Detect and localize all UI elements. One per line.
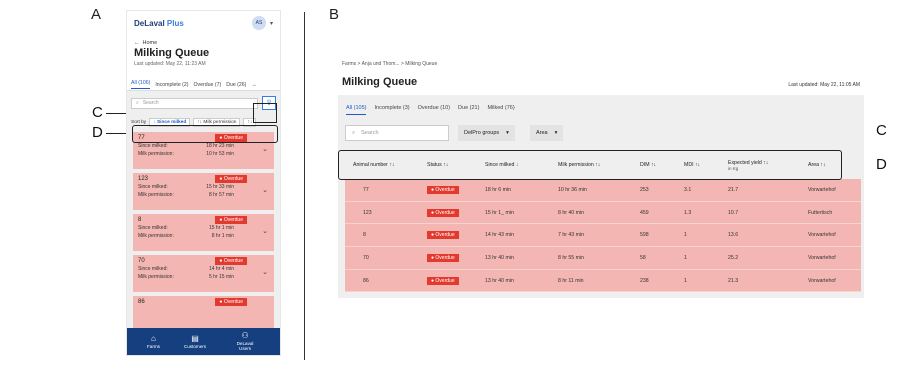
app-logo: DeLaval Plus	[134, 18, 184, 28]
mobile-header: DeLaval Plus AS ▾	[127, 11, 280, 35]
table-row[interactable]: 86 ● Overdue 13 hr 40 min 8 hr 11 min 23…	[345, 269, 861, 293]
chevron-down-icon[interactable]: ▾	[270, 20, 273, 27]
status-badge: ● Overdue	[215, 216, 247, 224]
table-row[interactable]: 70 ● Overdue 13 hr 40 min 8 hr 55 min 58…	[345, 247, 861, 270]
queue-card[interactable]: 70 ● Overdue Since milked: 14 hr 4 min Mi…	[133, 255, 274, 292]
chevron-down-icon[interactable]: ⌄	[262, 145, 268, 153]
queue-card[interactable]: 123 ● Overdue Since milked: 15 hr 33 min …	[133, 173, 274, 210]
chevron-down-icon: ▾	[554, 130, 558, 136]
delpro-groups-dropdown[interactable]: DelPro groups ▾	[458, 125, 515, 141]
farm-icon: ⌂	[151, 333, 156, 343]
mobile-screen: DeLaval Plus AS ▾ ← Home Milking Queue La…	[126, 10, 281, 356]
search-icon: ⌕	[352, 129, 356, 136]
customers-icon: ▤	[191, 333, 199, 343]
callout-d-left: D	[92, 124, 103, 141]
tab-due[interactable]: Due (21)	[458, 105, 479, 115]
back-link[interactable]: ← Home	[127, 35, 280, 46]
status-badge: ● Overdue	[427, 231, 459, 240]
callout-d-right-box	[338, 150, 842, 180]
tab-due[interactable]: Due (26)	[226, 82, 246, 88]
last-updated: Last updated: May 22, 11:05 AM	[788, 82, 860, 88]
nav-farms[interactable]: ⌂ Farms	[147, 333, 160, 349]
breadcrumb[interactable]: Farms > Anja und Thom... > Milking Queue	[342, 61, 437, 67]
tab-incomplete[interactable]: Incomplete (3)	[374, 105, 409, 115]
search-icon: ⌕	[136, 100, 139, 106]
callout-d-left-box	[132, 125, 278, 143]
status-badge: ● Overdue	[427, 185, 459, 194]
arrow-left-icon: ←	[134, 40, 140, 46]
status-badge: ● Overdue	[427, 208, 459, 217]
nav-delaval-users[interactable]: ⚇ DeLaval Users	[230, 331, 260, 352]
queue-card-list: 77 ● Overdue Since milked: 18 hr 23 min M…	[131, 132, 276, 333]
search-input[interactable]: ⌕ Search	[131, 97, 258, 109]
page-title: Milking Queue	[342, 76, 418, 88]
tab-all[interactable]: All (105)	[346, 105, 367, 115]
callout-d-right: D	[876, 156, 887, 173]
users-icon: ⚇	[241, 331, 249, 340]
tab-overdue[interactable]: Overdue (7)	[194, 82, 222, 88]
avatar[interactable]: AS	[251, 16, 266, 30]
chevron-down-icon[interactable]: ⌄	[262, 268, 268, 276]
nav-customers[interactable]: ▤ Customers	[184, 333, 206, 349]
status-badge: ● Overdue	[215, 298, 247, 306]
chevron-down-icon: ▾	[506, 130, 509, 136]
table-row[interactable]: 77 ● Overdue 18 hr 6 min 10 hr 36 min 25…	[345, 179, 861, 202]
panel-label-a: A	[91, 6, 102, 23]
chevron-down-icon[interactable]: ⌄	[262, 227, 268, 235]
search-input[interactable]: ⌕ Search	[345, 125, 449, 141]
table-row[interactable]: 8 ● Overdue 14 hr 43 min 7 hr 43 min 598…	[345, 224, 861, 248]
mobile-tabs: All (106) Incomplete (2) Overdue (7) Due…	[127, 79, 280, 91]
table-row[interactable]: 123 ● Overdue 15 hr 1_ min 8 hr 40 min 4…	[345, 201, 861, 225]
status-badge: ● Overdue	[427, 276, 459, 285]
last-updated: Last updated: May 22, 11:23 AM	[134, 61, 206, 67]
tabs-scroll-arrow-icon[interactable]: →	[251, 82, 256, 88]
bottom-nav: ⌂ Farms ▤ Customers ⚇ DeLaval Users	[127, 328, 280, 355]
status-badge: ● Overdue	[215, 257, 247, 265]
desktop-content: All (105) Incomplete (3) Overdue (10) Du…	[338, 95, 864, 298]
tab-incomplete[interactable]: Incomplete (2)	[155, 82, 188, 88]
callout-c-left-box	[253, 103, 277, 123]
status-badge: ● Overdue	[427, 253, 459, 262]
tab-milked[interactable]: Milked (76)	[487, 105, 514, 115]
callout-c-left: C	[92, 104, 103, 121]
panel-label-b: B	[329, 6, 340, 23]
tab-overdue[interactable]: Overdue (10)	[418, 105, 450, 115]
tab-all[interactable]: All (106)	[131, 80, 151, 89]
panel-divider	[304, 12, 305, 360]
desktop-tabs: All (105) Incomplete (3) Overdue (10) Du…	[346, 105, 515, 115]
status-badge: ● Overdue	[215, 175, 247, 183]
page-title: Milking Queue	[134, 47, 210, 59]
callout-c-right: C	[876, 122, 887, 139]
area-dropdown[interactable]: Area ▾	[530, 125, 564, 141]
queue-card[interactable]: 8 ● Overdue Since milked: 15 hr 1 min Mil…	[133, 214, 274, 251]
chevron-down-icon[interactable]: ⌄	[262, 186, 268, 194]
